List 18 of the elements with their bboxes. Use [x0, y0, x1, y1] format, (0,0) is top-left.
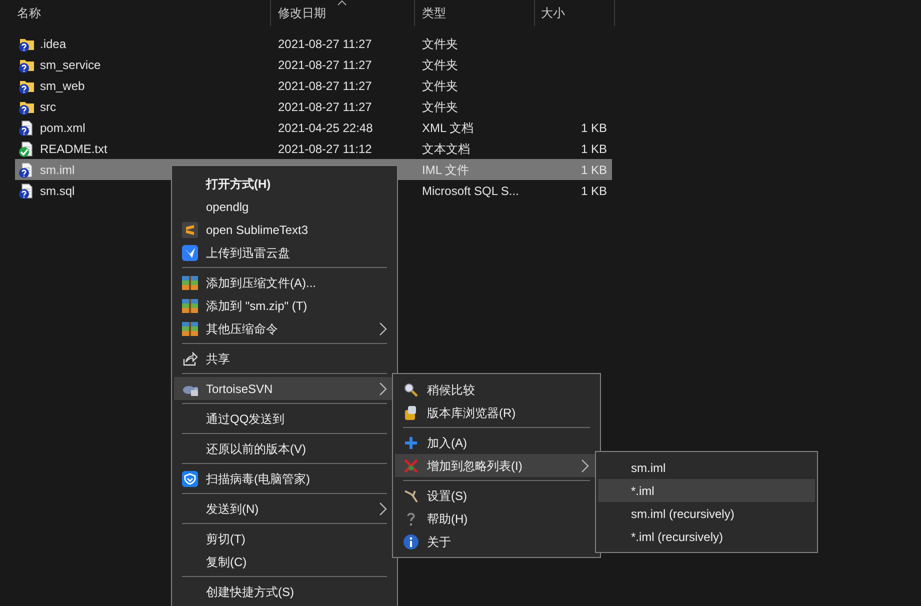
file-size: 1 KB	[580, 140, 608, 158]
file-type: Microsoft SQL S...	[421, 182, 520, 200]
modified-date: 2021-08-27 11:27	[277, 36, 373, 52]
file-size: 1 KB	[580, 120, 608, 136]
file-size: 1 KB	[580, 182, 608, 200]
file-type: 文本文档	[421, 140, 471, 158]
file-type: 文件夹	[421, 98, 459, 116]
file-type: IML 文件	[421, 162, 470, 178]
modified-date: 2021-08-27 11:27	[277, 56, 373, 74]
file-type: XML 文档	[421, 120, 475, 136]
file-type: 文件夹	[421, 56, 459, 74]
file-type: 文件夹	[421, 36, 459, 52]
file-type: 文件夹	[421, 78, 459, 94]
file-size: 1 KB	[580, 162, 608, 178]
modified-date: 2021-08-27 11:27	[277, 78, 373, 94]
modified-date: 2021-08-27 11:12	[277, 140, 373, 158]
modified-date: 2021-08-27 11:27	[277, 98, 373, 116]
modified-date: 2021-04-25 22:48	[277, 120, 374, 136]
